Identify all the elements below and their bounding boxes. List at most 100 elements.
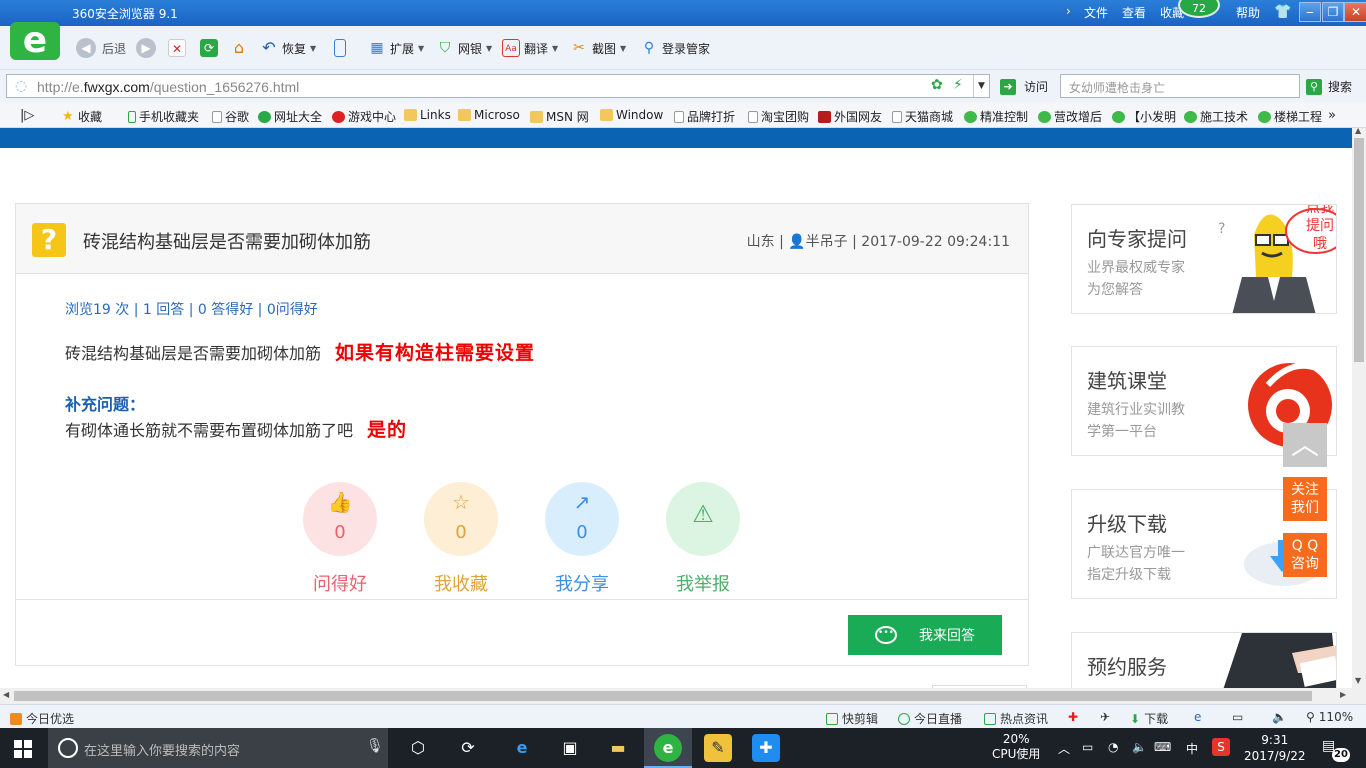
fav-item-msn[interactable]: MSN 网 bbox=[530, 108, 589, 125]
favorite-button[interactable]: ☆ 0 我收藏 bbox=[423, 482, 499, 596]
screenshot-button[interactable]: ✂ 截图 ▼ bbox=[570, 38, 626, 58]
fav-item-stairs[interactable]: 楼梯工程 bbox=[1258, 108, 1322, 125]
minimize-button[interactable]: ‒ bbox=[1299, 2, 1321, 22]
search-button[interactable]: ⚲ 搜索 bbox=[1306, 78, 1352, 95]
fav-item-taobao[interactable]: 淘宝团购 bbox=[748, 108, 809, 125]
appointment-card[interactable]: 预约服务 bbox=[1071, 632, 1337, 688]
task-view-icon[interactable]: ⬡ bbox=[404, 734, 432, 762]
back-button[interactable]: ◀ 后退 bbox=[76, 38, 126, 58]
lightning-icon[interactable]: ⚡ bbox=[953, 77, 963, 93]
fav-item-construction[interactable]: 施工技术 bbox=[1184, 108, 1248, 125]
app-plus-icon[interactable]: ✚ bbox=[752, 734, 780, 762]
fav-item-sites[interactable]: 网址大全 bbox=[258, 108, 322, 125]
bank-button[interactable]: ⛉ 网银 ▼ bbox=[436, 38, 492, 58]
stop-button[interactable]: ✕ bbox=[168, 38, 190, 58]
file-explorer-icon[interactable]: ▬ bbox=[604, 734, 632, 762]
fav-item-precise[interactable]: 精准控制 bbox=[964, 108, 1028, 125]
fav-item-mobile[interactable]: 手机收藏夹 bbox=[128, 108, 199, 125]
menu-view[interactable]: 查看 bbox=[1122, 4, 1146, 21]
cpu-usage[interactable]: 20% CPU使用 bbox=[992, 732, 1040, 762]
speaker-icon[interactable]: 🔈 bbox=[1132, 740, 1147, 754]
refresh-button[interactable]: ⟳ bbox=[200, 38, 222, 58]
fav-item-windows[interactable]: Window bbox=[600, 108, 663, 122]
edge-icon[interactable]: e bbox=[508, 734, 536, 762]
vertical-scrollbar[interactable]: ▲ ▼ bbox=[1352, 126, 1366, 688]
visit-button[interactable]: ➜ 访问 bbox=[1000, 78, 1048, 95]
fav-item-favorites[interactable]: ★ 收藏 bbox=[62, 108, 102, 125]
follow-us-button[interactable]: 关注 我们 bbox=[1283, 477, 1327, 521]
fav-item-tax[interactable]: 营改增后 bbox=[1038, 108, 1102, 125]
ie-icon[interactable]: e bbox=[1194, 710, 1201, 724]
share-button[interactable]: ↗ 0 我分享 bbox=[544, 482, 620, 596]
browser-360-icon[interactable]: e bbox=[654, 734, 682, 762]
search-input[interactable]: 女幼师遭枪击身亡 bbox=[1060, 74, 1300, 98]
tray-expand-icon[interactable]: ︿ bbox=[1058, 740, 1070, 757]
mobile-button[interactable] bbox=[334, 38, 350, 58]
start-button[interactable] bbox=[14, 740, 32, 758]
back-to-top-button[interactable]: ︿ bbox=[1283, 423, 1327, 467]
share-label: 我分享 bbox=[555, 574, 609, 595]
volume-icon[interactable]: 🔈 bbox=[1272, 710, 1287, 724]
report-button[interactable]: ⚠ 我举报 bbox=[665, 482, 741, 596]
url-dropdown-icon[interactable]: ▼ bbox=[973, 75, 989, 97]
fav-item-microsoft[interactable]: Microso bbox=[458, 108, 520, 122]
question-user[interactable]: 半吊子 bbox=[806, 234, 848, 250]
fav-item-invention[interactable]: 【小发明 bbox=[1112, 108, 1176, 125]
zoom-level[interactable]: ⚲ 110% bbox=[1306, 710, 1353, 724]
today-picks[interactable]: 今日优选 bbox=[10, 710, 74, 727]
more-favorites-icon[interactable]: » bbox=[1328, 108, 1336, 123]
restore-button[interactable]: ❐ bbox=[1322, 2, 1344, 22]
microphone-icon[interactable]: 🎙 bbox=[366, 738, 384, 754]
skin-icon[interactable]: 👕 bbox=[1274, 4, 1291, 20]
forward-button[interactable]: ▶ bbox=[136, 38, 156, 58]
scroll-right-icon[interactable]: ▶ bbox=[1340, 690, 1346, 699]
menu-help[interactable]: 帮助 bbox=[1236, 4, 1260, 21]
fav-item-games[interactable]: 游戏中心 bbox=[332, 108, 396, 125]
qq-consult-button[interactable]: Q Q 咨询 bbox=[1283, 533, 1327, 577]
menu-arrow-icon[interactable]: › bbox=[1066, 4, 1071, 18]
battery-icon[interactable]: ▭ bbox=[1082, 740, 1093, 754]
login-manager-button[interactable]: ⚲ 登录管家 bbox=[640, 38, 710, 58]
scroll-down-icon[interactable]: ▼ bbox=[1355, 676, 1361, 685]
horizontal-scroll-thumb[interactable] bbox=[14, 691, 1312, 701]
good-question-button[interactable]: 👍 0 问得好 bbox=[302, 482, 378, 596]
fav-item-tmall[interactable]: 天猫商城 bbox=[892, 108, 953, 125]
taskbar-search[interactable]: 在这里输入你要搜索的内容 🎙 bbox=[48, 728, 388, 768]
translate-button[interactable]: Aa 翻译 ▼ bbox=[502, 38, 558, 58]
sidebar-toggle-icon[interactable]: |▷ bbox=[20, 108, 34, 123]
live-today[interactable]: 今日直播 bbox=[898, 710, 962, 727]
edge-swirl-icon[interactable]: ⟳ bbox=[454, 734, 482, 762]
window-icon[interactable]: ▭ bbox=[1232, 710, 1243, 724]
browser-logo-icon[interactable]: e bbox=[10, 22, 60, 60]
close-button[interactable]: ✕ bbox=[1344, 2, 1366, 22]
vertical-scroll-thumb[interactable] bbox=[1354, 138, 1364, 362]
hot-news[interactable]: 热点资讯 bbox=[984, 710, 1048, 727]
scroll-left-icon[interactable]: ◀ bbox=[3, 690, 9, 699]
fav-item-links[interactable]: Links bbox=[404, 108, 451, 122]
ask-expert-card[interactable]: 向专家提问 业界最权威专家 为您解答 点我 提问哦 ? bbox=[1071, 204, 1337, 314]
scroll-up-icon[interactable]: ▲ bbox=[1355, 126, 1361, 135]
url-text[interactable]: http://e.fwxgx.com/question_1656276.html bbox=[37, 79, 299, 95]
horizontal-scrollbar[interactable]: ◀ ▶ bbox=[0, 688, 1366, 704]
answer-button[interactable]: ••• 我来回答 bbox=[848, 615, 1002, 655]
store-icon[interactable]: ▣ bbox=[556, 734, 584, 762]
ime-indicator[interactable]: 中 bbox=[1186, 740, 1198, 757]
quick-edit[interactable]: 快剪辑 bbox=[826, 710, 878, 727]
fav-item-foreign[interactable]: 外国网友 bbox=[818, 108, 882, 125]
address-bar[interactable]: ◌ http://e.fwxgx.com/question_1656276.ht… bbox=[6, 74, 990, 98]
medical-icon[interactable]: ✚ bbox=[1068, 710, 1078, 724]
home-button[interactable]: ⌂ bbox=[230, 38, 252, 58]
speed-icon[interactable]: ✿ bbox=[931, 77, 943, 93]
pin-icon[interactable]: ✈ bbox=[1100, 710, 1110, 724]
clock[interactable]: 9:31 2017/9/22 bbox=[1244, 732, 1306, 764]
sogou-icon[interactable]: S bbox=[1212, 738, 1230, 756]
fav-item-brand[interactable]: 品牌打折 bbox=[674, 108, 735, 125]
notes-icon[interactable]: ✎ bbox=[704, 734, 732, 762]
wifi-icon[interactable]: ◔ bbox=[1108, 740, 1118, 754]
menu-file[interactable]: 文件 bbox=[1084, 4, 1108, 21]
restore-tab-button[interactable]: ↶ 恢复 ▼ bbox=[260, 38, 316, 58]
extensions-button[interactable]: ▦ 扩展 ▼ bbox=[368, 38, 424, 58]
fav-item-google[interactable]: 谷歌 bbox=[212, 108, 249, 125]
download[interactable]: ⬇ 下载 bbox=[1130, 710, 1168, 727]
keyboard-icon[interactable]: ⌨ bbox=[1154, 740, 1171, 754]
